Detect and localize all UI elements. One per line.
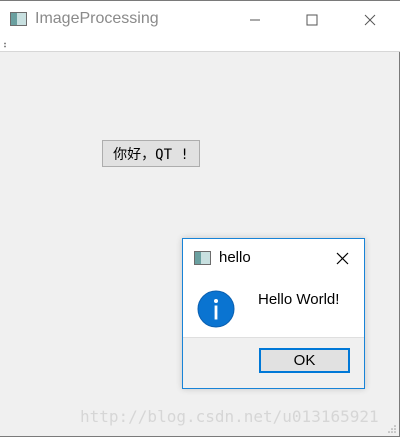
- minimize-button[interactable]: [232, 1, 278, 39]
- menu-bar: [0, 39, 400, 52]
- maximize-icon: [306, 14, 318, 26]
- dialog-app-icon: [194, 251, 211, 265]
- watermark-text: http://blog.csdn.net/u013165921: [80, 407, 379, 426]
- size-grip-icon[interactable]: [387, 424, 397, 434]
- message-box-dialog: hello Hello World! OK: [182, 238, 365, 389]
- dialog-message: Hello World!: [258, 291, 340, 308]
- maximize-button[interactable]: [289, 1, 335, 39]
- dialog-title: hello: [219, 249, 251, 266]
- dialog-title-bar[interactable]: hello: [183, 239, 364, 277]
- dialog-close-button[interactable]: [328, 244, 356, 272]
- information-icon: [197, 290, 235, 328]
- dialog-button-bar: OK: [183, 337, 364, 388]
- close-button[interactable]: [347, 1, 393, 39]
- minimize-icon: [250, 19, 260, 21]
- window-title: ImageProcessing: [35, 10, 159, 27]
- title-bar[interactable]: ImageProcessing: [0, 1, 400, 39]
- dialog-body: Hello World!: [183, 277, 364, 337]
- close-icon: [336, 252, 348, 264]
- app-window-icon: [10, 12, 27, 26]
- greeting-button[interactable]: 你好，QT !: [102, 140, 200, 167]
- close-icon: [364, 14, 376, 26]
- ok-button[interactable]: OK: [259, 348, 350, 373]
- toolbar-grip-icon[interactable]: [4, 42, 6, 48]
